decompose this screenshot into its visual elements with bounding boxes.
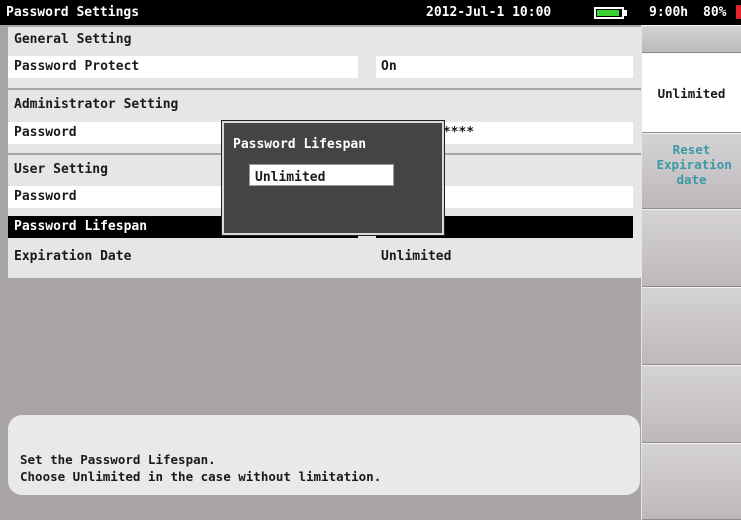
function-key-unlimited-label: Unlimited	[657, 85, 726, 101]
user-password-label: Password	[14, 189, 77, 204]
ac-plug-icon	[736, 5, 741, 19]
battery-percent: 80%	[703, 5, 727, 20]
function-key-1[interactable]	[642, 25, 741, 53]
function-key-4[interactable]	[642, 209, 741, 287]
general-setting-heading: General Setting	[14, 32, 132, 47]
battery-tip	[624, 10, 627, 16]
administrator-setting-heading: Administrator Setting	[14, 97, 179, 112]
battery-icon	[594, 7, 624, 19]
function-key-panel: Unlimited Reset Expiration date	[641, 25, 741, 520]
function-key-reset-expiration-label: Reset Expiration date	[656, 142, 732, 187]
function-key-5[interactable]	[642, 287, 741, 365]
password-protect-value: On	[381, 59, 397, 74]
expiration-date-row[interactable]: Expiration Date Unlimited	[8, 245, 641, 269]
password-lifespan-label: Password Lifespan	[14, 219, 148, 234]
function-key-reset-expiration[interactable]: Reset Expiration date	[642, 133, 741, 209]
help-line-2: Choose Unlimited in the case without lim…	[20, 469, 382, 484]
expiration-date-label: Expiration Date	[14, 249, 132, 264]
status-bar: 9:00h 80%	[641, 0, 741, 25]
dialog-title: Password Lifespan	[233, 137, 367, 152]
password-protect-label: Password Protect	[14, 59, 140, 74]
title-bar: Password Settings 2012-Jul-1 10:00	[0, 0, 641, 25]
function-key-unlimited[interactable]: Unlimited	[642, 53, 741, 133]
function-key-6[interactable]	[642, 365, 741, 443]
screen-title: Password Settings	[6, 5, 140, 20]
expiration-date-value: Unlimited	[381, 249, 452, 264]
admin-password-label: Password	[14, 125, 77, 140]
battery-runtime: 9:00h	[649, 5, 689, 20]
date-time: 2012-Jul-1 10:00	[426, 5, 552, 20]
help-line-1: Set the Password Lifespan.	[20, 452, 216, 467]
function-key-7[interactable]	[642, 443, 741, 520]
help-message: Set the Password Lifespan. Choose Unlimi…	[8, 415, 640, 495]
password-lifespan-dialog: Password Lifespan Unlimited	[221, 120, 445, 236]
value-box	[376, 56, 633, 78]
divider	[8, 88, 641, 90]
password-protect-row[interactable]: Password Protect On	[8, 55, 641, 79]
lifespan-value-field[interactable]: Unlimited	[249, 164, 394, 186]
battery-level-fill	[597, 10, 619, 16]
